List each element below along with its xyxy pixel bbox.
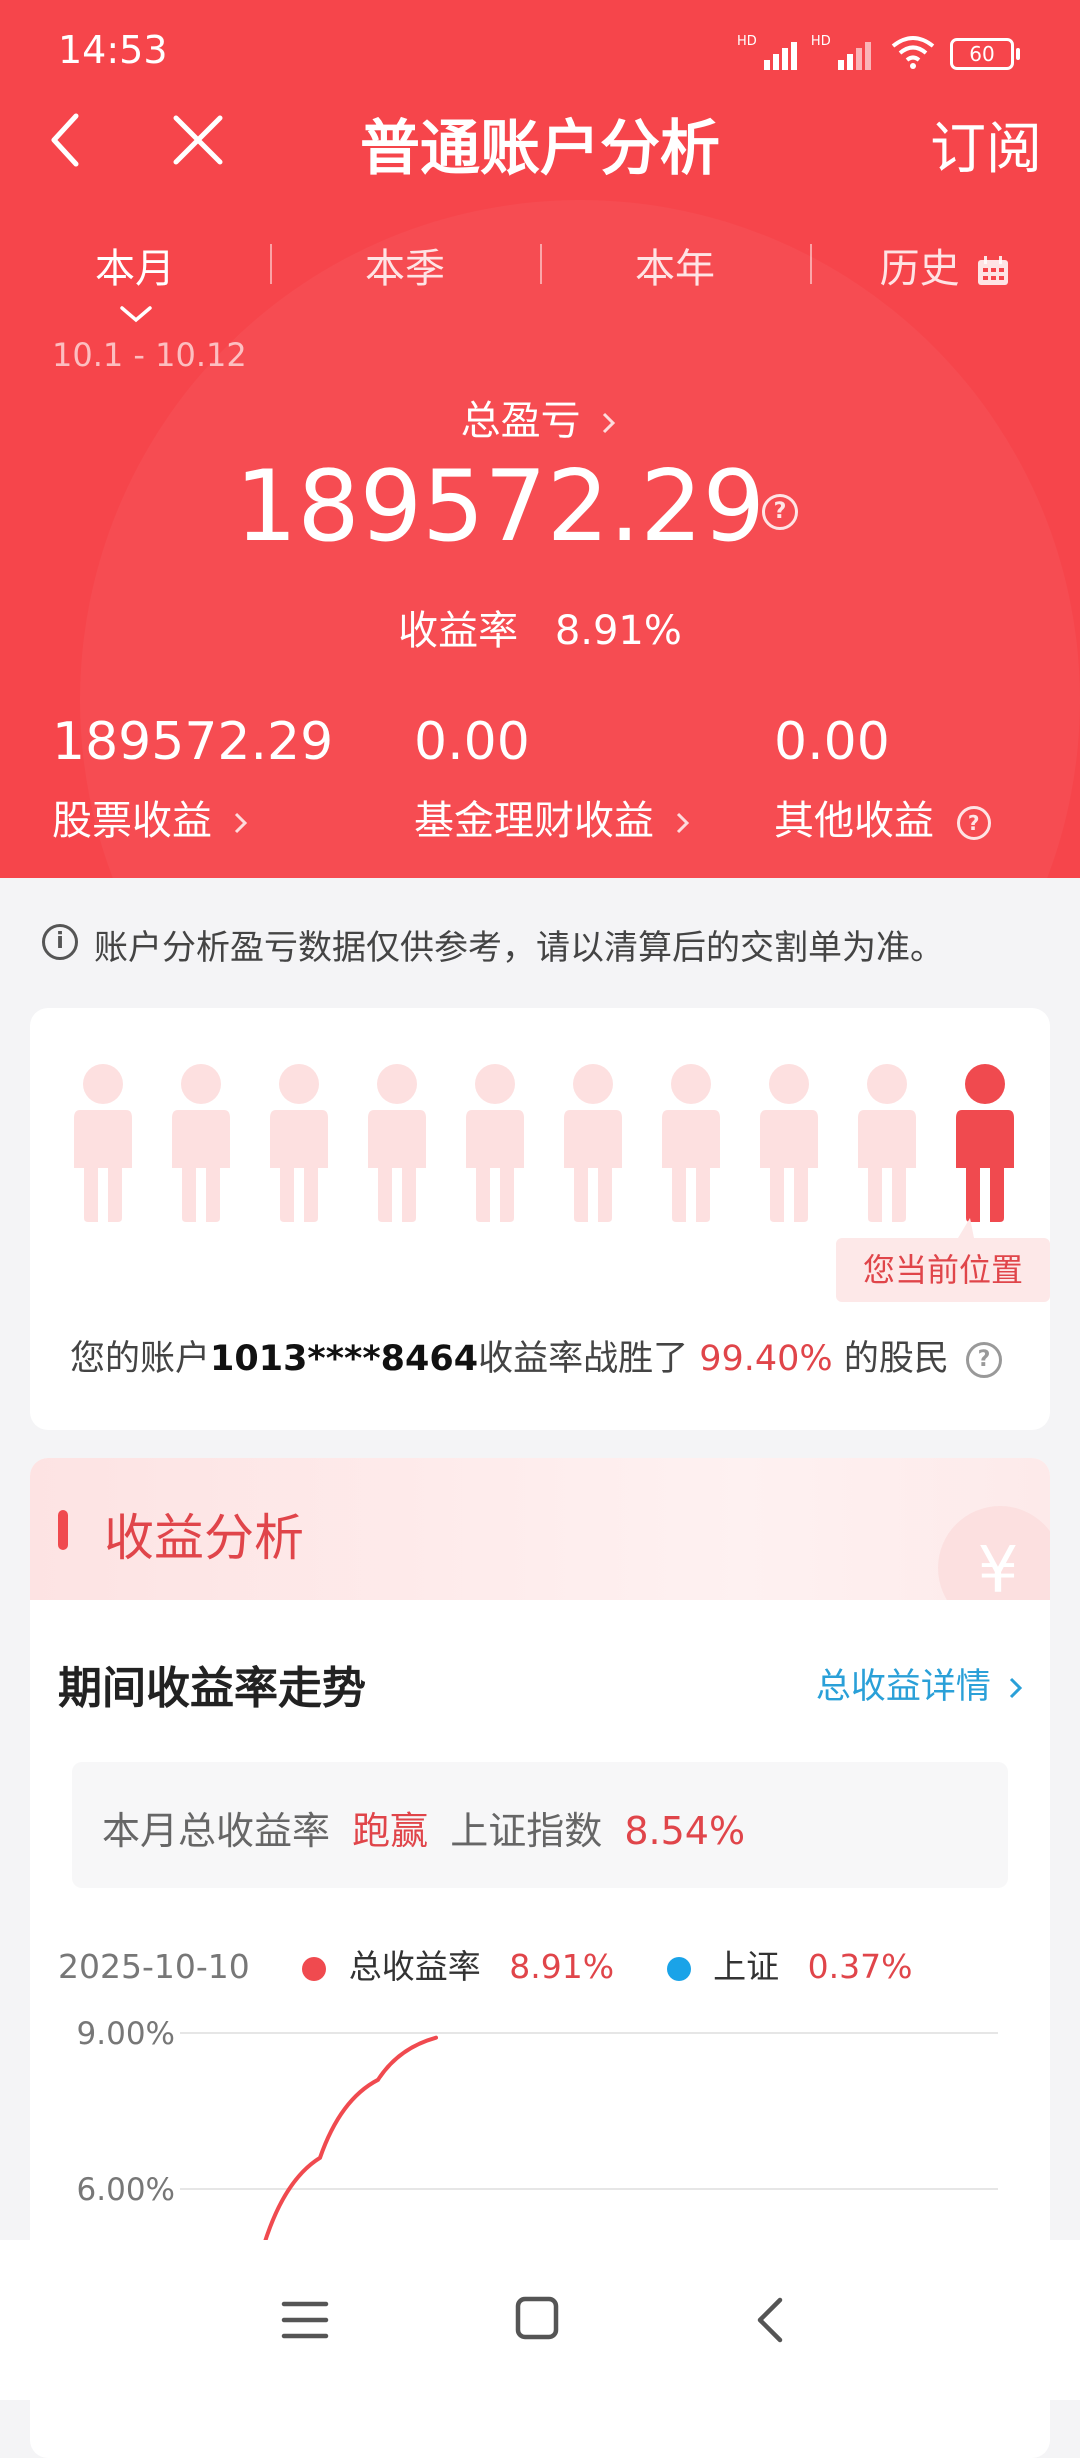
chevron-right-icon bbox=[234, 812, 247, 834]
legend-total-value: 8.91% bbox=[509, 1947, 615, 1986]
chevron-right-icon bbox=[676, 812, 689, 834]
legend-total-name: 总收益率 bbox=[348, 1947, 481, 1986]
status-time: 14:53 bbox=[58, 28, 168, 72]
section-title: 收益分析 bbox=[104, 1509, 304, 1567]
home-icon[interactable] bbox=[514, 2294, 560, 2342]
total-detail-label: 总收益详情 bbox=[815, 1667, 991, 1707]
legend-index-name: 上证 bbox=[713, 1947, 780, 1986]
svg-text:¥: ¥ bbox=[978, 1534, 1019, 1600]
account-number: 1013****8464 bbox=[210, 1339, 479, 1379]
system-nav-bar bbox=[0, 2240, 1080, 2400]
help-icon[interactable]: ? bbox=[762, 494, 798, 530]
total-pnl-link[interactable]: 总盈亏 bbox=[0, 388, 1080, 446]
return-trend-chart: 9.00% 6.00% bbox=[77, 2018, 998, 2254]
battery-icon: 60 bbox=[950, 38, 1020, 70]
legend-index-value: 0.37% bbox=[807, 1947, 913, 1986]
ranking-mid: 收益率战胜了 bbox=[478, 1339, 689, 1379]
page-title: 普通账户分析 bbox=[360, 114, 720, 184]
fund-pnl-label: 基金理财收益 bbox=[414, 798, 654, 844]
other-pnl: 其他收益 ? bbox=[774, 788, 991, 846]
person-icon bbox=[170, 1064, 232, 1224]
other-pnl-label: 其他收益 bbox=[774, 798, 934, 844]
ranking-card: 您当前位置 您的账户1013****8464收益率战胜了 99.40% 的股民 … bbox=[30, 1008, 1050, 1430]
chevron-right-icon bbox=[1009, 1677, 1023, 1699]
header: 14:53 HD HD 60 普通账户分析 订阅 本月 本季 本年 历史 10.… bbox=[0, 0, 1080, 878]
fund-pnl-link[interactable]: 基金理财收益 bbox=[414, 788, 693, 846]
ranking-prefix: 您的账户 bbox=[70, 1339, 211, 1379]
signal-icon bbox=[837, 42, 874, 70]
help-icon[interactable]: ? bbox=[956, 806, 991, 840]
tab-quarter[interactable]: 本季 bbox=[270, 236, 540, 294]
status-icons: HD HD 60 bbox=[736, 34, 1020, 70]
position-tooltip: 您当前位置 bbox=[836, 1238, 1050, 1302]
legend-dot-index bbox=[666, 1956, 691, 1981]
series-line-total-return bbox=[260, 2035, 438, 2254]
stock-pnl-link[interactable]: 股票收益 bbox=[52, 788, 251, 846]
calendar-icon bbox=[978, 256, 1009, 285]
yuan-bag-icon: ¥ bbox=[938, 1506, 1050, 1600]
info-icon: i bbox=[42, 924, 78, 960]
ranking-suffix: 的股民 bbox=[843, 1339, 949, 1379]
return-rate: 收益率 8.91% bbox=[0, 598, 1080, 656]
person-icon bbox=[856, 1064, 918, 1224]
tab-year[interactable]: 本年 bbox=[540, 236, 810, 294]
total-detail-link[interactable]: 总收益详情 bbox=[816, 1658, 1026, 1709]
disclaimer-notice: i 账户分析盈亏数据仅供参考，请以清算后的交割单为准。 bbox=[0, 878, 1080, 1006]
tab-history[interactable]: 历史 bbox=[810, 236, 1080, 294]
date-range: 10.1 - 10.12 bbox=[52, 336, 247, 374]
signal-icon bbox=[763, 42, 800, 70]
person-icon-current bbox=[954, 1064, 1016, 1224]
ranking-text: 您的账户1013****8464收益率战胜了 99.40% 的股民 ? bbox=[70, 1330, 1002, 1381]
help-icon[interactable]: ? bbox=[965, 1342, 1002, 1378]
chevron-right-icon bbox=[603, 412, 616, 434]
person-icon bbox=[660, 1064, 722, 1224]
return-rate-label: 收益率 bbox=[398, 608, 519, 654]
total-pnl-label: 总盈亏 bbox=[460, 398, 581, 444]
tab-month[interactable]: 本月 bbox=[0, 236, 270, 294]
disclaimer-text: 账户分析盈亏数据仅供参考，请以清算后的交割单为准。 bbox=[94, 928, 944, 968]
stock-pnl-value: 189572.29 bbox=[52, 712, 334, 772]
compare-index-label: 上证指数 bbox=[450, 1809, 603, 1853]
compare-prefix: 本月总收益率 bbox=[102, 1809, 331, 1853]
subscribe-button[interactable]: 订阅 bbox=[930, 104, 1042, 185]
beat-percent: 99.40% bbox=[699, 1339, 833, 1379]
y-tick-label: 6.00% bbox=[77, 2172, 175, 2208]
person-icon bbox=[562, 1064, 624, 1224]
compare-index-value: 8.54% bbox=[624, 1809, 746, 1853]
y-tick-label: 9.00% bbox=[77, 2018, 175, 2052]
person-icon bbox=[464, 1064, 526, 1224]
legend-date: 2025-10-10 bbox=[58, 1947, 250, 1986]
period-tabs: 本月 本季 本年 历史 bbox=[0, 236, 1080, 296]
trend-title: 期间收益率走势 bbox=[58, 1663, 366, 1714]
fund-pnl-value: 0.00 bbox=[414, 712, 530, 772]
compare-result: 跑赢 bbox=[352, 1809, 429, 1853]
person-icon bbox=[366, 1064, 428, 1224]
hd-label-2: HD bbox=[810, 34, 831, 49]
total-pnl-value: 189572.29 bbox=[235, 450, 765, 564]
person-icon bbox=[268, 1064, 330, 1224]
person-icon bbox=[72, 1064, 134, 1224]
menu-icon[interactable] bbox=[280, 2298, 330, 2342]
compare-box: 本月总收益率 跑赢 上证指数 8.54% bbox=[72, 1762, 1008, 1888]
compare-text: 本月总收益率 跑赢 上证指数 8.54% bbox=[102, 1800, 745, 1855]
chart-legend: 2025-10-10 总收益率 8.91% 上证 0.37% bbox=[58, 1940, 912, 1988]
legend-dot-total bbox=[302, 1956, 327, 1981]
person-icon bbox=[758, 1064, 820, 1224]
hd-label-1: HD bbox=[736, 34, 757, 49]
chevron-down-icon[interactable] bbox=[118, 302, 154, 326]
section-accent-bar bbox=[58, 1510, 68, 1550]
return-rate-value: 8.91% bbox=[554, 608, 682, 654]
stock-pnl-label: 股票收益 bbox=[52, 798, 212, 844]
back-nav-icon[interactable] bbox=[752, 2294, 788, 2346]
other-pnl-value: 0.00 bbox=[774, 712, 890, 772]
wifi-icon bbox=[891, 36, 935, 69]
tab-history-label: 历史 bbox=[879, 246, 960, 292]
